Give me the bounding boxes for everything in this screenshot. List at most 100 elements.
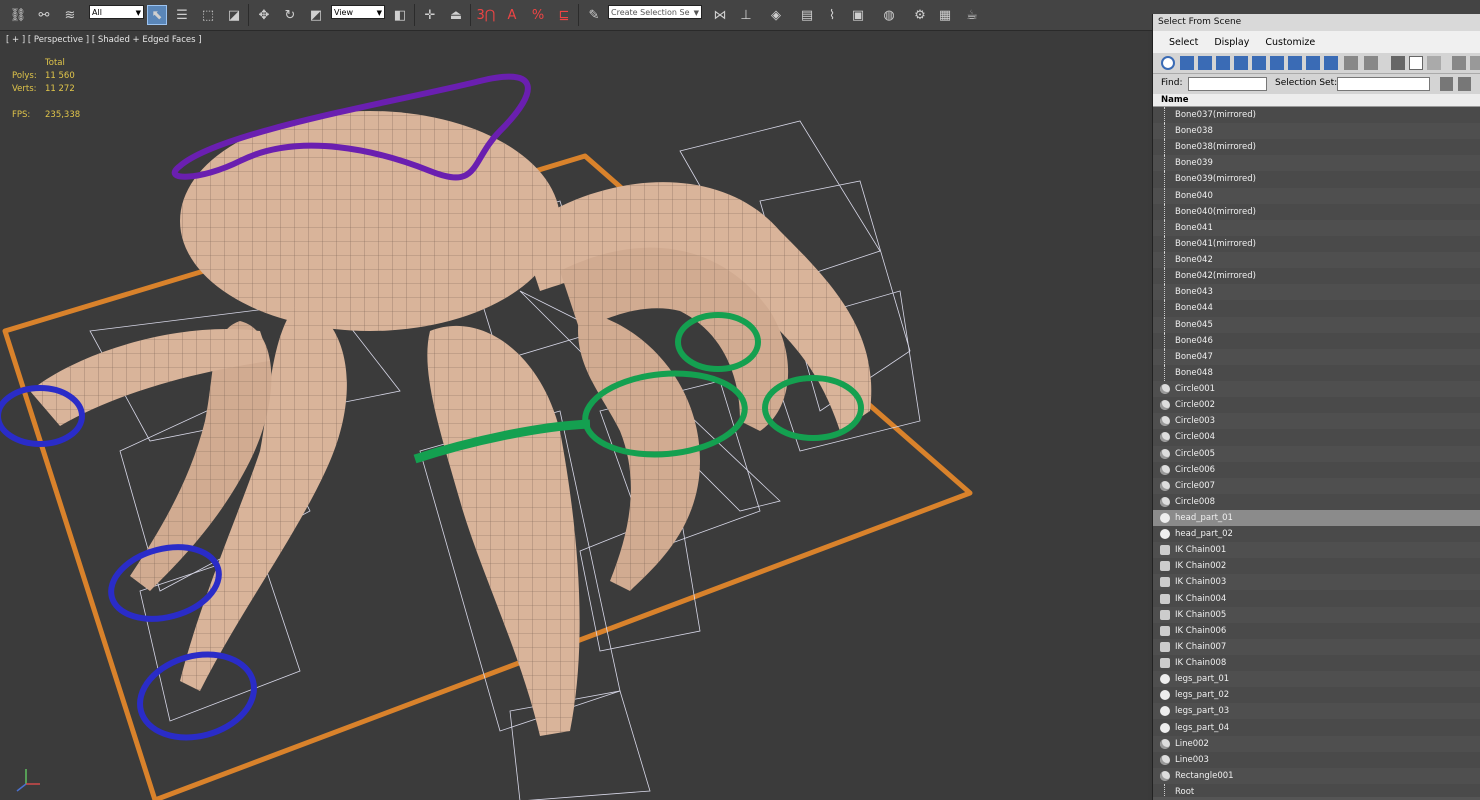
list-item[interactable]: Bone044	[1153, 300, 1480, 317]
list-item[interactable]: Bone045	[1153, 316, 1480, 333]
mirror-icon[interactable]: ⋈	[710, 5, 730, 25]
list-item[interactable]: IK Chain005	[1153, 606, 1480, 623]
list-item[interactable]: IK Chain006	[1153, 623, 1480, 639]
selection-set-edit-icon[interactable]	[1440, 77, 1453, 91]
list-item[interactable]: Bone039	[1153, 155, 1480, 172]
unlink-icon[interactable]: ⚯	[34, 5, 54, 25]
display-cameras-icon[interactable]	[1216, 56, 1230, 70]
list-item[interactable]: Circle001	[1153, 381, 1480, 398]
list-item[interactable]: Bone037(mirrored)	[1153, 107, 1480, 123]
list-item[interactable]: Rectangle001	[1153, 767, 1480, 784]
list-item[interactable]: Bone047	[1153, 348, 1480, 365]
list-item[interactable]: head_part_01	[1153, 510, 1480, 526]
align-icon[interactable]: ⊥	[736, 5, 756, 25]
rendered-frame-window-icon[interactable]: ▦	[935, 5, 955, 25]
list-item[interactable]: Circle007	[1153, 477, 1480, 494]
use-pivot-center-icon[interactable]: ◧	[390, 5, 410, 25]
display-bones-icon[interactable]	[1306, 56, 1320, 70]
display-helpers-icon[interactable]	[1234, 56, 1248, 70]
edit-named-selection-icon[interactable]: ✎	[584, 5, 604, 25]
list-item[interactable]: Bone043	[1153, 284, 1480, 301]
list-item[interactable]: Bone038(mirrored)	[1153, 139, 1480, 156]
render-production-icon[interactable]: ☕	[962, 5, 982, 25]
list-item[interactable]: legs_part_01	[1153, 671, 1480, 688]
layer-manager-icon[interactable]: ◈	[766, 5, 786, 25]
select-all-icon[interactable]	[1391, 56, 1405, 70]
perspective-viewport[interactable]: [ + ] [ Perspective ] [ Shaded + Edged F…	[0, 31, 1148, 800]
scene-object-list[interactable]: Bone037(mirrored) Bone038 Bone038(mirrored…	[1153, 107, 1480, 797]
list-item[interactable]: legs_part_04	[1153, 720, 1480, 736]
list-item[interactable]: IK Chain004	[1153, 591, 1480, 607]
list-item[interactable]: Bone046	[1153, 332, 1480, 349]
menu-customize[interactable]: Customize	[1257, 37, 1323, 48]
named-selection-set-dropdown[interactable]: Create Selection Se	[608, 5, 702, 20]
angle-snap-icon[interactable]: A	[502, 5, 522, 25]
selection-set-dropdown[interactable]	[1337, 77, 1430, 91]
window-crossing-icon[interactable]: ◪	[224, 5, 244, 25]
list-item[interactable]: IK Chain001	[1153, 542, 1480, 559]
display-all-icon[interactable]	[1344, 56, 1358, 70]
list-item[interactable]: IK Chain003	[1153, 574, 1480, 591]
display-lights-icon[interactable]	[1198, 56, 1212, 70]
list-item[interactable]: Bone040	[1153, 187, 1480, 204]
display-space-warps-icon[interactable]	[1252, 56, 1266, 70]
list-item[interactable]: Line002	[1153, 735, 1480, 752]
select-and-move-icon[interactable]: ✥	[254, 5, 274, 25]
list-item[interactable]: Bone041(mirrored)	[1153, 235, 1480, 252]
display-geometry-icon[interactable]	[1161, 56, 1175, 70]
dialog-title[interactable]: Select From Scene	[1153, 14, 1480, 31]
column-header-name[interactable]: Name	[1153, 94, 1480, 107]
spinner-snap-icon[interactable]: ⊑	[554, 5, 574, 25]
list-item[interactable]: Bone039(mirrored)	[1153, 171, 1480, 188]
material-editor-icon[interactable]: ◍	[879, 5, 899, 25]
selection-filter-dropdown[interactable]: All	[89, 5, 144, 20]
list-item[interactable]: Circle003	[1153, 413, 1480, 430]
list-item[interactable]: IK Chain002	[1153, 558, 1480, 574]
list-item[interactable]: Bone040(mirrored)	[1153, 203, 1480, 220]
list-item[interactable]: IK Chain008	[1153, 655, 1480, 671]
viewport-label[interactable]: [ + ] [ Perspective ] [ Shaded + Edged F…	[6, 35, 202, 45]
select-none-icon[interactable]	[1409, 56, 1423, 70]
list-item[interactable]: Bone038	[1153, 123, 1480, 140]
select-and-manipulate-icon[interactable]: ✛	[420, 5, 440, 25]
list-item[interactable]: Line003	[1153, 752, 1480, 768]
keyboard-shortcut-override-icon[interactable]: ⏏	[446, 5, 466, 25]
list-item[interactable]: Bone048	[1153, 364, 1480, 381]
filter-icon[interactable]	[1452, 56, 1466, 70]
select-object-icon[interactable]: ⬉	[147, 5, 167, 25]
list-item[interactable]: Bone041	[1153, 219, 1480, 236]
reference-coordinate-dropdown[interactable]: View	[331, 5, 385, 20]
select-by-name-icon[interactable]: ☰	[172, 5, 192, 25]
list-item[interactable]: IK Chain007	[1153, 638, 1480, 655]
scene-canvas[interactable]	[0, 31, 1148, 800]
list-item[interactable]: Circle004	[1153, 429, 1480, 445]
menu-select[interactable]: Select	[1161, 37, 1206, 48]
bind-space-warp-icon[interactable]: ≋	[60, 5, 80, 25]
menu-display[interactable]: Display	[1206, 37, 1257, 48]
display-containers-icon[interactable]	[1324, 56, 1338, 70]
toggle-ribbon-icon[interactable]: ▤	[797, 5, 817, 25]
display-shapes-icon[interactable]	[1180, 56, 1194, 70]
list-item[interactable]: Bone042	[1153, 252, 1480, 269]
schematic-view-icon[interactable]: ▣	[848, 5, 868, 25]
list-item[interactable]: Bone042(mirrored)	[1153, 268, 1480, 285]
find-input[interactable]	[1188, 77, 1267, 91]
rectangular-selection-icon[interactable]: ⬚	[198, 5, 218, 25]
percent-snap-icon[interactable]: %	[528, 5, 548, 25]
display-groups-icon[interactable]	[1270, 56, 1284, 70]
sync-selection-icon[interactable]	[1470, 56, 1480, 70]
select-invert-icon[interactable]	[1427, 56, 1441, 70]
select-and-scale-icon[interactable]: ◩	[306, 5, 326, 25]
list-item[interactable]: legs_part_03	[1153, 703, 1480, 720]
display-none-icon[interactable]	[1364, 56, 1378, 70]
list-item[interactable]: Circle002	[1153, 397, 1480, 413]
selection-set-options-icon[interactable]	[1458, 77, 1471, 91]
select-and-link-icon[interactable]: ⛓	[8, 5, 28, 25]
list-item[interactable]: Circle006	[1153, 462, 1480, 478]
select-and-rotate-icon[interactable]: ↻	[280, 5, 300, 25]
snaps-toggle-icon[interactable]: 3 ⋂	[476, 5, 496, 25]
list-item[interactable]: head_part_02	[1153, 526, 1480, 542]
list-item[interactable]: Circle008	[1153, 494, 1480, 510]
list-item[interactable]: Circle005	[1153, 445, 1480, 462]
display-xrefs-icon[interactable]	[1288, 56, 1302, 70]
